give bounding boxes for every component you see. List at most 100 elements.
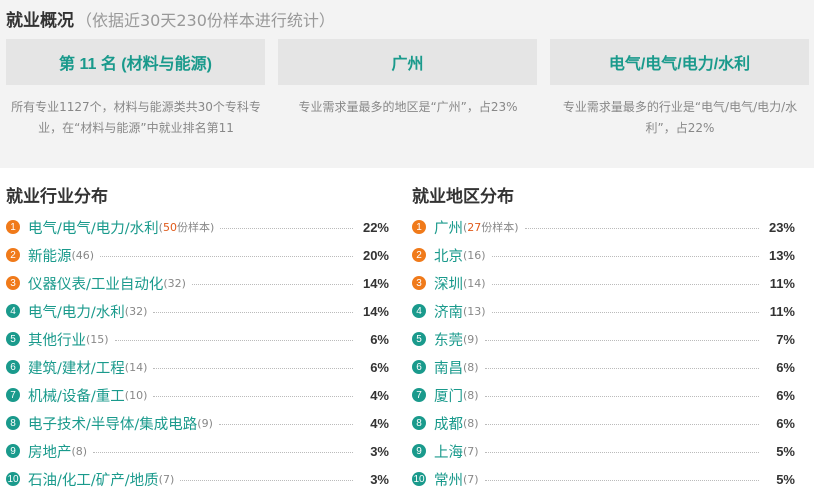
sample-count: (10) (124, 388, 148, 402)
rank-card-description: 所有专业1127个，材料与能源类共30个专科专业，在“材料与能源”中就业排名第1… (11, 100, 261, 135)
industry-item: 7 机械/设备/重工 (10) 4% (6, 381, 389, 409)
region-name-link[interactable]: 北京 (434, 245, 463, 266)
dotted-leader (153, 395, 353, 397)
page-title-text: 就业概况 (6, 11, 74, 31)
rank-badge: 8 (6, 416, 20, 430)
dotted-leader (524, 227, 759, 229)
rank-badge: 6 (6, 360, 20, 374)
industry-name-link[interactable]: 电气/电力/水利 (28, 301, 125, 322)
industry-item: 9 房地产 (8) 3% (6, 437, 389, 465)
region-percent: 13% (768, 247, 795, 263)
dotted-leader (491, 311, 759, 313)
region-list: 1 广州 (27份样本) 23% 2 北京 (16) 13% 3 深圳 (14)… (412, 213, 795, 493)
sample-count: (32) (163, 276, 186, 290)
region-percent: 6% (776, 415, 795, 431)
dotted-leader (484, 479, 759, 481)
region-percent: 6% (776, 359, 795, 375)
dotted-leader (484, 339, 759, 341)
dotted-leader (484, 423, 759, 425)
sample-count: (8) (463, 360, 479, 374)
sample-count: (8) (463, 416, 479, 430)
region-item: 7 厦门 (8) 6% (412, 381, 795, 409)
industry-percent: 20% (362, 247, 389, 263)
region-percent: 6% (776, 387, 795, 403)
region-item: 9 上海 (7) 5% (412, 437, 795, 465)
industry-list: 1 电气/电气/电力/水利 (50份样本) 22% 2 新能源 (46) 20%… (6, 213, 389, 493)
industry-name-link[interactable]: 机械/设备/重工 (28, 385, 125, 406)
sample-count: (32) (124, 304, 148, 318)
sample-count: (9) (463, 332, 479, 346)
sample-count: (9) (197, 416, 213, 430)
region-section-title: 就业地区分布 (412, 187, 514, 207)
sample-count-suffix: 份样本 (481, 221, 515, 234)
region-percent: 7% (776, 331, 795, 347)
dotted-leader (220, 227, 353, 229)
sample-count: (8) (463, 388, 479, 402)
dotted-leader (114, 339, 353, 341)
region-item: 8 成都 (8) 6% (412, 409, 795, 437)
dotted-leader (93, 451, 353, 453)
top-region-card: 广州 (278, 39, 537, 85)
industry-name-link[interactable]: 仪器仪表/工业自动化 (28, 273, 163, 294)
region-name-link[interactable]: 南昌 (434, 357, 463, 378)
industry-percent: 6% (370, 359, 389, 375)
region-name-link[interactable]: 深圳 (434, 273, 463, 294)
sample-count: (50份样本) (158, 221, 215, 234)
top-region-card-description: 专业需求量最多的地区是“广州”，占23% (298, 100, 518, 114)
sample-count: (7) (158, 472, 175, 486)
rank-card: 第 11 名 (材料与能源) (6, 39, 265, 85)
dotted-leader (153, 367, 353, 369)
dotted-leader (218, 423, 353, 425)
rank-badge: 5 (6, 332, 20, 346)
dotted-leader (180, 479, 353, 481)
sample-count-suffix: 份样本 (176, 221, 210, 234)
top-industry-card-description: 专业需求量最多的行业是“电气/电气/电力/水利”，占22% (562, 100, 798, 135)
sample-count-value: 27 (467, 221, 482, 234)
industry-item: 8 电子技术/半导体/集成电路 (9) 4% (6, 409, 389, 437)
rank-badge: 4 (412, 304, 426, 318)
region-percent: 5% (776, 471, 795, 487)
rank-badge: 10 (6, 472, 20, 486)
rank-badge: 7 (412, 388, 426, 402)
region-percent: 11% (769, 275, 795, 291)
region-name-link[interactable]: 广州 (434, 217, 463, 238)
dotted-leader (484, 451, 759, 453)
industry-name-link[interactable]: 房地产 (28, 441, 72, 462)
industry-item: 3 仪器仪表/工业自动化 (32) 14% (6, 269, 389, 297)
region-name-link[interactable]: 常州 (434, 469, 463, 490)
industry-name-link[interactable]: 电子技术/半导体/集成电路 (28, 413, 197, 434)
rank-badge: 10 (412, 472, 426, 486)
industry-name-link[interactable]: 电气/电气/电力/水利 (28, 217, 159, 238)
dotted-leader (100, 255, 353, 257)
rank-badge: 3 (412, 276, 426, 290)
industry-name-link[interactable]: 新能源 (28, 245, 72, 266)
sample-count: (8) (71, 444, 88, 458)
region-item: 5 东莞 (9) 7% (412, 325, 795, 353)
industry-name-link[interactable]: 其他行业 (28, 329, 86, 350)
top-region-card-headline: 广州 (391, 56, 424, 73)
region-name-link[interactable]: 东莞 (434, 329, 463, 350)
industry-percent: 4% (370, 387, 389, 403)
rank-badge: 6 (412, 360, 426, 374)
sample-count: (13) (463, 304, 486, 318)
region-percent: 23% (768, 219, 795, 235)
page-title: 就业概况 （依据近30天230份样本进行统计） (6, 6, 335, 31)
rank-badge: 4 (6, 304, 20, 318)
dotted-leader (153, 311, 353, 313)
region-name-link[interactable]: 上海 (434, 441, 463, 462)
industry-item: 2 新能源 (46) 20% (6, 241, 389, 269)
region-item: 10 常州 (7) 5% (412, 465, 795, 493)
industry-item: 5 其他行业 (15) 6% (6, 325, 389, 353)
dotted-leader (491, 255, 759, 257)
region-name-link[interactable]: 厦门 (434, 385, 463, 406)
industry-name-link[interactable]: 建筑/建材/工程 (28, 357, 125, 378)
region-name-link[interactable]: 济南 (434, 301, 463, 322)
page-subtitle: （依据近30天230份样本进行统计） (76, 11, 335, 30)
rank-badge: 2 (412, 248, 426, 262)
industry-percent: 14% (362, 303, 389, 319)
region-name-link[interactable]: 成都 (434, 413, 463, 434)
industry-name-link[interactable]: 石油/化工/矿产/地质 (28, 469, 159, 490)
rank-badge: 5 (412, 332, 426, 346)
region-item: 2 北京 (16) 13% (412, 241, 795, 269)
rank-badge: 3 (6, 276, 20, 290)
